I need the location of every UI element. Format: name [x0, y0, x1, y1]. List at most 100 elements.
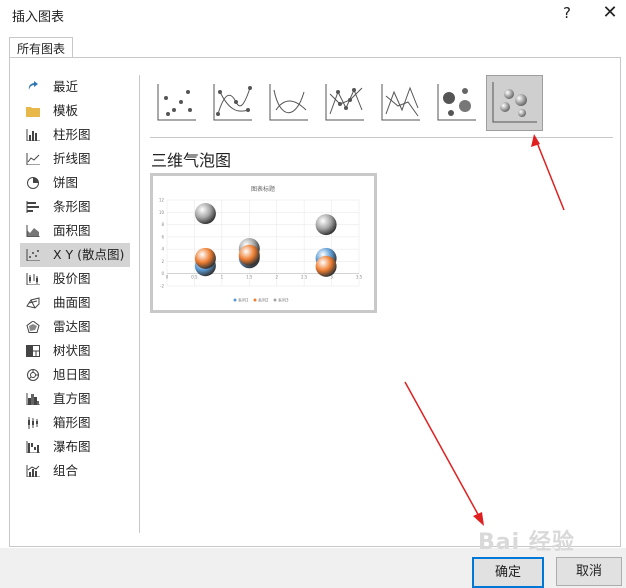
- window-title: 插入图表: [12, 10, 65, 25]
- sidebar-item-label: 最近: [53, 79, 79, 94]
- sidebar-item-label: 模板: [53, 103, 79, 118]
- y-tick-label: -2: [160, 284, 164, 289]
- chart-subtype-gallery: [152, 75, 612, 134]
- sidebar-item-label: 直方图: [53, 391, 91, 406]
- subtype-scatter[interactable]: [154, 80, 198, 126]
- ok-button[interactable]: 确定: [472, 557, 544, 588]
- sidebar-item-label: 折线图: [53, 151, 91, 166]
- scatter-icon: [157, 84, 196, 121]
- line-chart-icon: [26, 153, 40, 165]
- folder-icon: [26, 107, 40, 117]
- 3d-bubble-icon: [492, 82, 537, 123]
- bubble-icon: [437, 84, 476, 121]
- y-tick-label: 8: [161, 222, 164, 227]
- sidebar-item-combo[interactable]: 组合: [20, 459, 130, 483]
- sidebar-item-sunburst[interactable]: 旭日图: [20, 363, 130, 387]
- sidebar-item-label: 股价图: [53, 271, 91, 286]
- legend-marker: [273, 298, 277, 302]
- radar-chart-icon: [26, 321, 40, 333]
- bar-chart-icon: [26, 201, 39, 213]
- sidebar-item-scatter[interactable]: X Y (散点图): [20, 243, 130, 267]
- sidebar-item-area[interactable]: 面积图: [20, 219, 130, 243]
- stock-chart-icon: [26, 273, 40, 285]
- y-tick-label: 12: [159, 198, 165, 203]
- waterfall-chart-icon: [26, 441, 40, 453]
- y-tick-label: 0: [161, 271, 164, 276]
- sunburst-chart-icon: [27, 369, 39, 381]
- help-button[interactable]: ?: [556, 2, 578, 24]
- x-tick-label: 3.5: [356, 275, 363, 280]
- sidebar-item-label: X Y (散点图): [53, 247, 125, 262]
- title-bar: 插入图表 ? ✕: [0, 0, 626, 28]
- sidebar-item-label: 箱形图: [53, 415, 91, 430]
- column-chart-icon: [26, 129, 40, 141]
- x-tick-label: 0: [166, 275, 169, 280]
- legend-entry: 系列2: [258, 297, 269, 303]
- sidebar-item-label: 饼图: [53, 175, 79, 190]
- vertical-divider: [139, 75, 140, 533]
- scatter-smooth-lines-markers-icon: [213, 84, 252, 121]
- sidebar-item-histogram[interactable]: 直方图: [20, 387, 130, 411]
- y-tick-label: 4: [161, 247, 164, 252]
- bubble-point: [194, 247, 216, 269]
- sidebar-item-box-whisker[interactable]: 箱形图: [20, 411, 130, 435]
- legend-entry: 系列3: [278, 297, 289, 303]
- tab-strip: 所有图表: [0, 30, 626, 60]
- sidebar-item-label: 面积图: [53, 223, 91, 238]
- sidebar-item-label: 雷达图: [53, 319, 91, 334]
- chart-title: 图表标题: [251, 185, 275, 193]
- y-tick-label: 6: [161, 234, 164, 239]
- x-tick-label: 2.5: [301, 275, 308, 280]
- sidebar-item-column[interactable]: 柱形图: [20, 123, 130, 147]
- surface-chart-icon: [26, 297, 40, 309]
- sidebar-item-label: 组合: [53, 463, 79, 478]
- sidebar-item-label: 柱形图: [53, 127, 91, 142]
- subtype-scatter-smooth-lines-markers[interactable]: [210, 80, 254, 126]
- sidebar-item-label: 旭日图: [53, 367, 91, 382]
- subtype-scatter-straight-lines-markers[interactable]: [322, 80, 366, 126]
- legend-entry: 系列1: [238, 297, 249, 303]
- histogram-chart-icon: [26, 393, 40, 405]
- subtype-3d-bubble[interactable]: [486, 75, 543, 131]
- sidebar-item-label: 曲面图: [53, 295, 91, 310]
- sidebar-item-bar[interactable]: 条形图: [20, 195, 130, 219]
- scatter-straight-lines-markers-icon: [325, 84, 364, 121]
- subtype-scatter-smooth-lines[interactable]: [266, 80, 310, 126]
- cancel-button[interactable]: 取消: [556, 557, 622, 586]
- sidebar-item-recent[interactable]: 最近: [20, 75, 130, 99]
- sidebar-item-label: 树状图: [53, 343, 91, 358]
- scatter-straight-lines-icon: [381, 84, 420, 121]
- sidebar-item-label: 瀑布图: [53, 439, 91, 454]
- chart-preview[interactable]: 图表标题 -2 0 2 4 6 8 10 12 0 0.5 1 1.5 2 2.5 3 3.5 系列1 系列2 系列3: [150, 173, 377, 313]
- bubble-point: [238, 244, 260, 266]
- y-tick-label: 2: [161, 259, 164, 264]
- x-tick-label: 1: [221, 275, 224, 280]
- close-button[interactable]: ✕: [598, 2, 622, 24]
- pie-chart-icon: [27, 177, 39, 189]
- sidebar-item-waterfall[interactable]: 瀑布图: [20, 435, 130, 459]
- box-whisker-chart-icon: [28, 417, 38, 429]
- subtype-scatter-straight-lines[interactable]: [378, 80, 422, 126]
- preview-chart: 图表标题-20246810120 0.5 1 1.5 2 2.5 3 3.5系列1 系列2 系列3: [159, 185, 363, 303]
- x-tick-label: 0.5: [191, 275, 198, 280]
- bubble-point: [315, 255, 337, 277]
- combo-chart-icon: [26, 465, 40, 477]
- bubble-point: [194, 203, 216, 225]
- legend-marker: [253, 298, 257, 302]
- y-tick-label: 10: [159, 210, 165, 215]
- legend-marker: [233, 298, 237, 302]
- sidebar-item-line[interactable]: 折线图: [20, 147, 130, 171]
- subtype-bubble[interactable]: [434, 80, 478, 126]
- chart-type-sidebar: 最近 模板 柱形图 折线图 饼图 条形图 面积图 X Y (散点图) 股价图 曲…: [20, 75, 130, 483]
- sidebar-item-stock[interactable]: 股价图: [20, 267, 130, 291]
- scatter-smooth-lines-icon: [269, 84, 308, 121]
- sidebar-item-templates[interactable]: 模板: [20, 99, 130, 123]
- sidebar-item-surface[interactable]: 曲面图: [20, 291, 130, 315]
- sidebar-item-treemap[interactable]: 树状图: [20, 339, 130, 363]
- treemap-chart-icon: [26, 345, 40, 357]
- selected-chart-name: 三维气泡图: [151, 151, 232, 170]
- sidebar-item-radar[interactable]: 雷达图: [20, 315, 130, 339]
- bubble-point: [315, 214, 337, 236]
- gallery-divider: [150, 137, 613, 138]
- sidebar-item-pie[interactable]: 饼图: [20, 171, 130, 195]
